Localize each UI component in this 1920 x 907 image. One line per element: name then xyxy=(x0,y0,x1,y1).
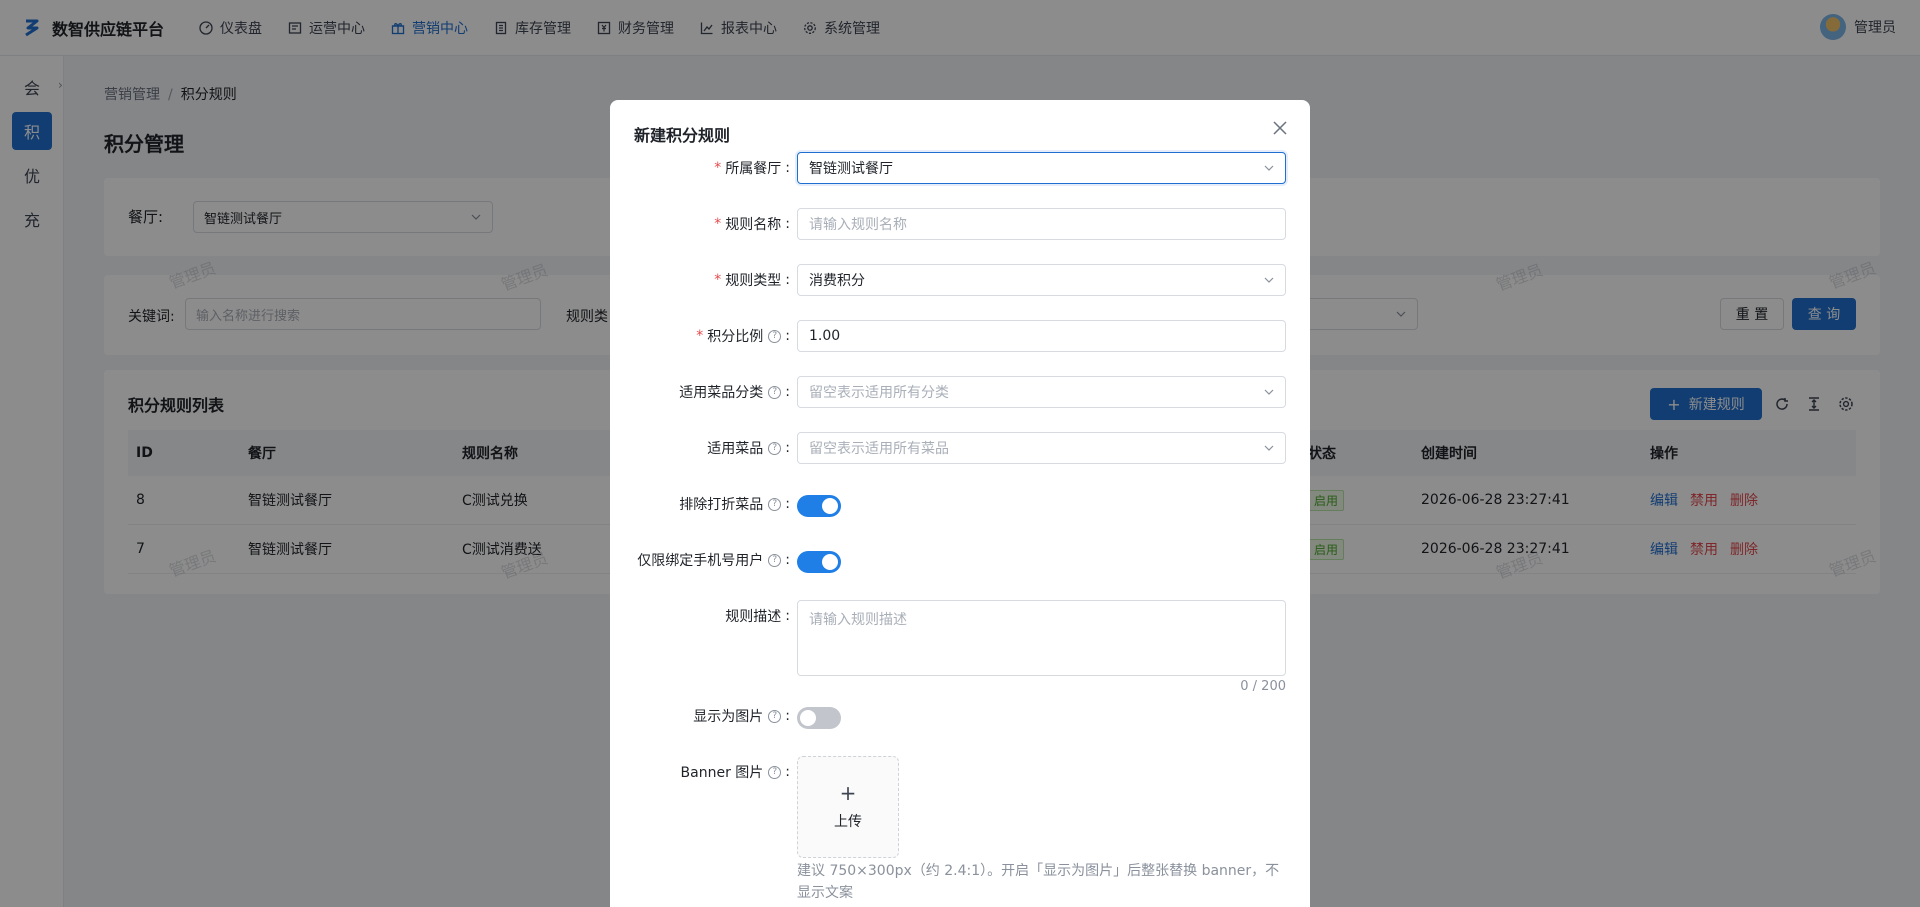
description-placeholder: 请输入规则描述 xyxy=(809,612,907,628)
field-restaurant: * 所属餐厅: 智链测试餐厅 xyxy=(610,152,1310,184)
phone-only-field-label: 仅限绑定手机号用户?: xyxy=(637,552,790,569)
field-show-as-image: 显示为图片?: xyxy=(610,700,1310,732)
close-icon[interactable] xyxy=(1272,120,1288,136)
dish-category-select[interactable]: 留空表示适用所有分类 xyxy=(797,376,1286,408)
switch-knob xyxy=(822,554,838,570)
exclude-discount-switch[interactable] xyxy=(797,495,841,517)
rule-type-field-label: * 规则类型: xyxy=(714,272,790,289)
dishes-placeholder: 留空表示适用所有菜品 xyxy=(809,441,949,457)
rule-type-value: 消费积分 xyxy=(809,273,865,289)
restaurant-select[interactable]: 智链测试餐厅 xyxy=(797,152,1286,184)
switch-knob xyxy=(822,498,838,514)
label-text: 规则类型 xyxy=(725,273,782,289)
label-text: 适用菜品 xyxy=(707,441,764,457)
phone-only-switch[interactable] xyxy=(797,551,841,573)
new-rule-dialog: 新建积分规则 * 所属餐厅: 智链测试餐厅 * 规则名称: 请输入规则名称 * 规则类… xyxy=(610,100,1310,907)
field-banner: Banner 图片?: + 上传 建议 750×300px（约 2.4:1）。开… xyxy=(610,756,1310,906)
field-dishes: 适用菜品?: 留空表示适用所有菜品 xyxy=(610,432,1310,464)
help-icon[interactable]: ? xyxy=(768,553,782,567)
plus-icon: + xyxy=(839,781,857,805)
field-rule-name: * 规则名称: 请输入规则名称 xyxy=(610,208,1310,240)
label-text: 适用菜品分类 xyxy=(679,385,764,401)
banner-field-label: Banner 图片?: xyxy=(680,764,790,781)
label-text: 规则名称 xyxy=(725,217,782,233)
char-counter: 0 / 200 xyxy=(1240,679,1286,694)
label-text: 规则描述 xyxy=(725,609,782,625)
field-exclude-discount: 排除打折菜品?: xyxy=(610,488,1310,520)
banner-upload[interactable]: + 上传 xyxy=(797,756,899,858)
dialog-title: 新建积分规则 xyxy=(634,126,731,145)
show-as-image-switch[interactable] xyxy=(797,707,841,729)
field-description: 规则描述: 请输入规则描述 0 / 200 xyxy=(610,600,1310,696)
label-text: 所属餐厅 xyxy=(725,161,782,177)
help-icon[interactable]: ? xyxy=(768,385,782,399)
label-text: 显示为图片 xyxy=(693,709,764,725)
banner-hint: 建议 750×300px（约 2.4:1）。开启「显示为图片」后整张替换 ban… xyxy=(797,863,1280,901)
rule-name-input[interactable]: 请输入规则名称 xyxy=(797,208,1286,240)
field-dish-category: 适用菜品分类?: 留空表示适用所有分类 xyxy=(610,376,1310,408)
restaurant-select-value: 智链测试餐厅 xyxy=(809,161,893,177)
label-text: 积分比例 xyxy=(707,329,764,345)
field-rule-type: * 规则类型: 消费积分 xyxy=(610,264,1310,296)
help-icon[interactable]: ? xyxy=(768,329,782,343)
label-text: 仅限绑定手机号用户 xyxy=(637,553,764,569)
help-icon[interactable]: ? xyxy=(768,709,782,723)
field-phone-only: 仅限绑定手机号用户?: xyxy=(610,544,1310,576)
rule-name-field-label: * 规则名称: xyxy=(714,216,790,233)
dish-category-placeholder: 留空表示适用所有分类 xyxy=(809,385,949,401)
help-icon[interactable]: ? xyxy=(768,497,782,511)
exclude-discount-field-label: 排除打折菜品?: xyxy=(679,496,790,513)
dishes-field-label: 适用菜品?: xyxy=(707,440,790,457)
points-ratio-value: 1.00 xyxy=(809,328,841,344)
upload-label: 上传 xyxy=(834,814,862,830)
points-ratio-input[interactable]: 1.00 xyxy=(797,320,1286,352)
rule-name-placeholder: 请输入规则名称 xyxy=(809,217,907,233)
description-field-label: 规则描述: xyxy=(725,608,790,625)
chevron-down-icon xyxy=(1264,445,1274,451)
chevron-down-icon xyxy=(1264,165,1274,171)
rule-type-select[interactable]: 消费积分 xyxy=(797,264,1286,296)
chevron-down-icon xyxy=(1264,277,1274,283)
label-text: 排除打折菜品 xyxy=(679,497,764,513)
description-textarea[interactable]: 请输入规则描述 xyxy=(797,600,1286,676)
restaurant-field-label: * 所属餐厅: xyxy=(714,160,790,177)
switch-knob xyxy=(800,710,816,726)
chevron-down-icon xyxy=(1264,389,1274,395)
help-icon[interactable]: ? xyxy=(768,441,782,455)
dishes-select[interactable]: 留空表示适用所有菜品 xyxy=(797,432,1286,464)
dish-category-field-label: 适用菜品分类?: xyxy=(679,384,790,401)
label-text: Banner 图片 xyxy=(680,765,764,781)
help-icon[interactable]: ? xyxy=(768,765,782,779)
field-points-ratio: * 积分比例?: 1.00 xyxy=(610,320,1310,352)
show-as-image-field-label: 显示为图片?: xyxy=(693,708,790,725)
points-ratio-field-label: * 积分比例?: xyxy=(696,328,790,345)
